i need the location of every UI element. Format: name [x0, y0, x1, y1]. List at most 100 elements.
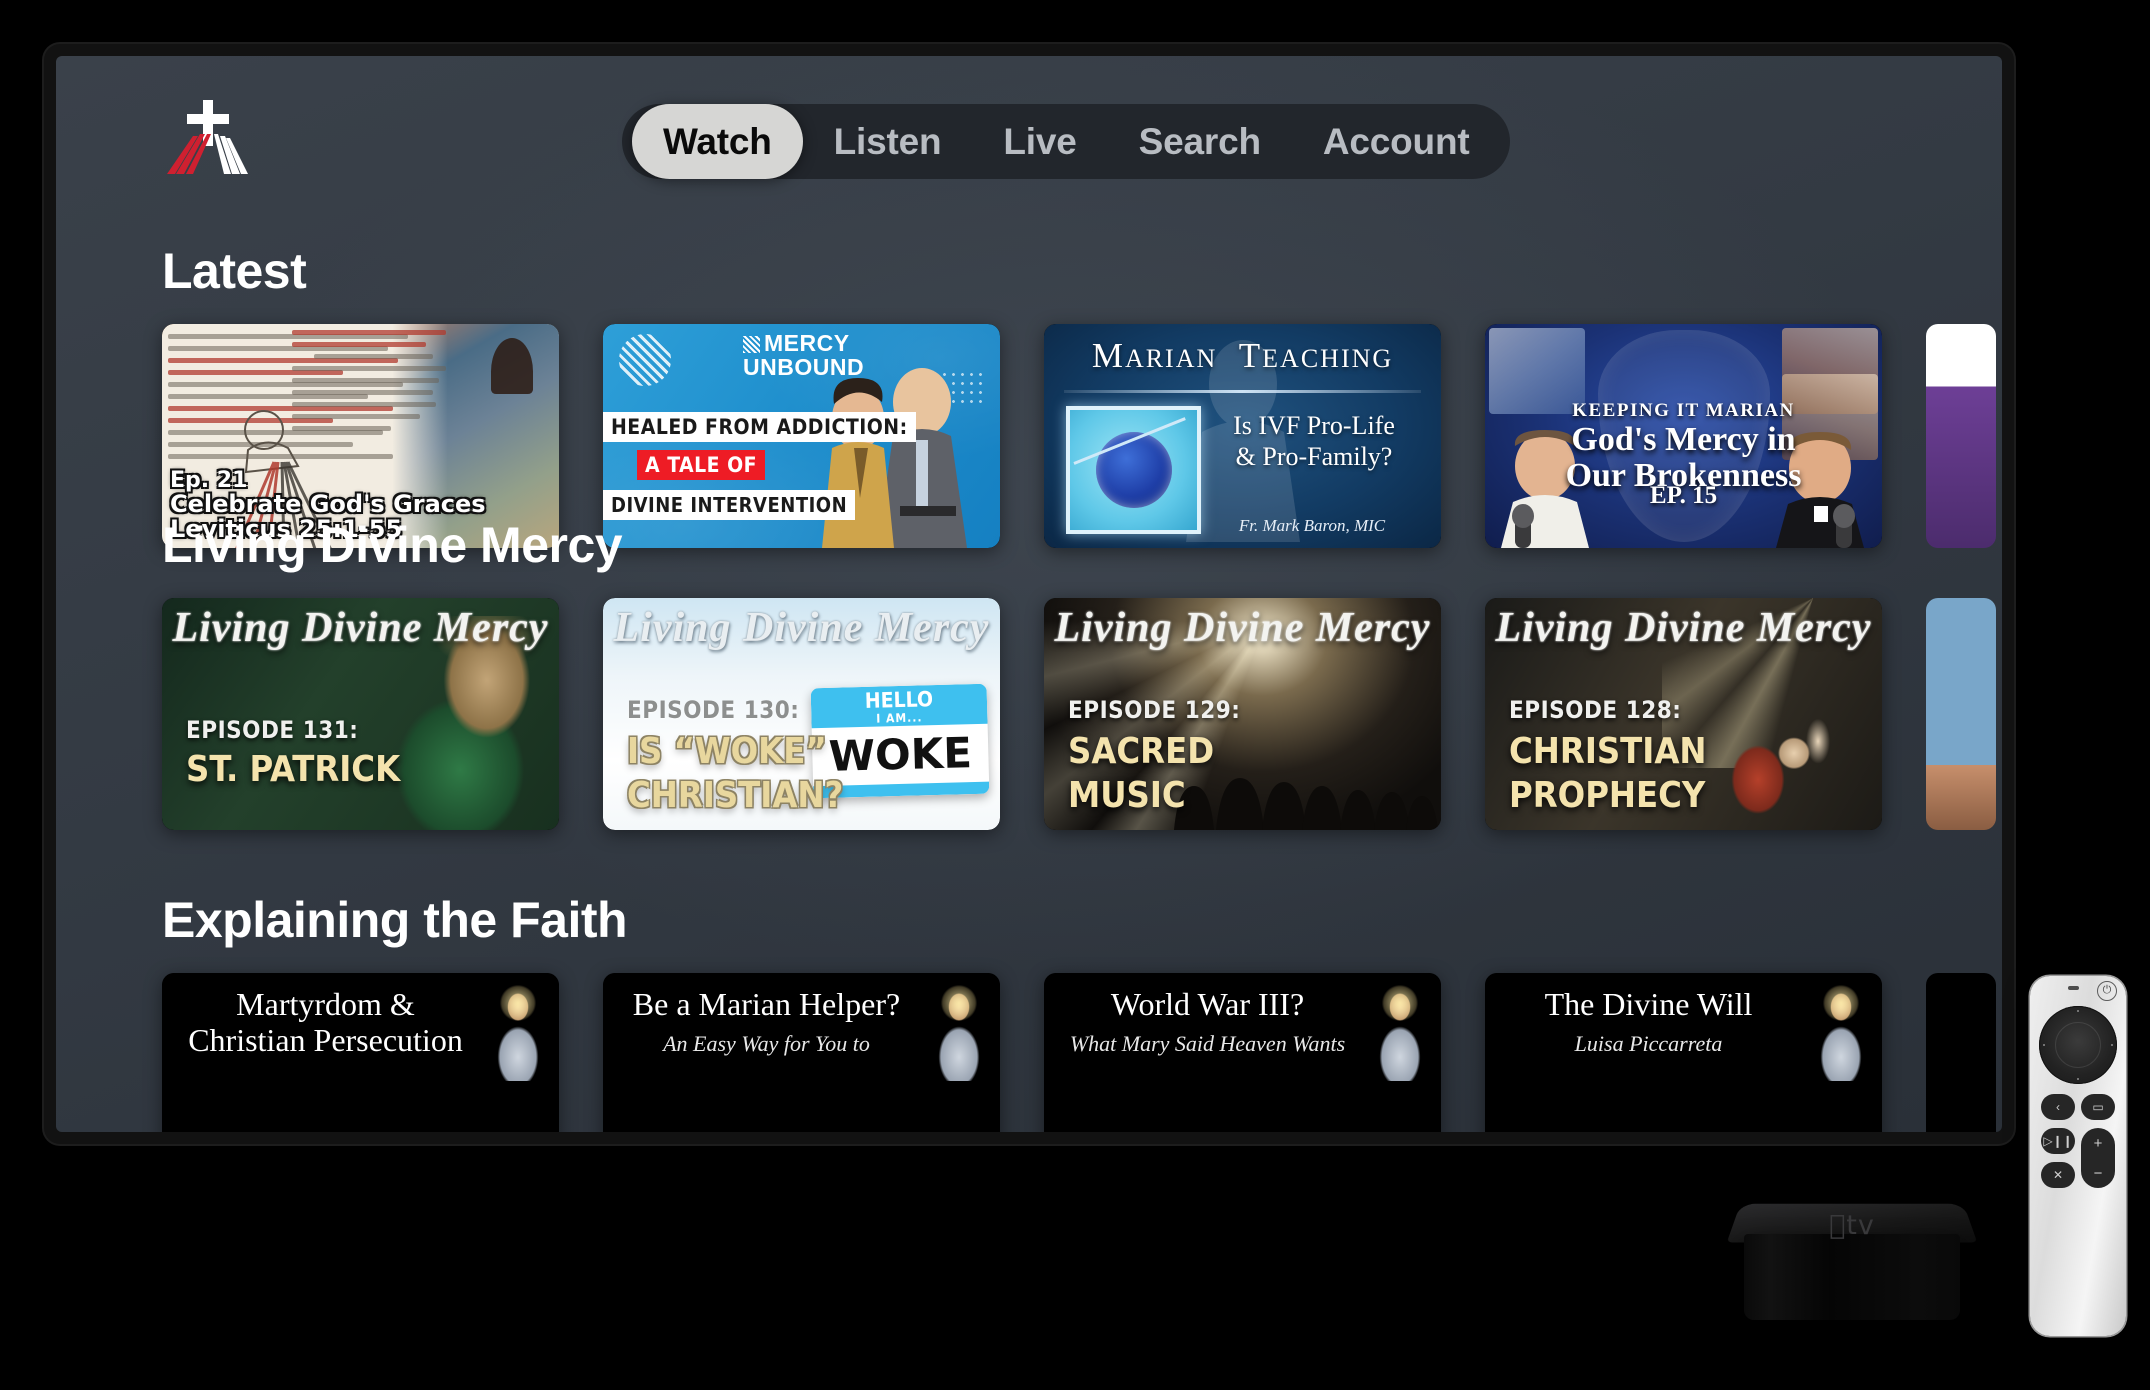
tile-title: The Divine Will	[1544, 986, 1753, 1022]
tile-title: Martyrdom & Christian Persecution	[162, 986, 489, 1059]
screenshot-stage: Watch Listen Live Search Account Latest	[0, 0, 2150, 1390]
clickpad-dot-down	[2077, 1078, 2079, 1080]
tv-screen: Watch Listen Live Search Account Latest	[56, 56, 2002, 1132]
mute-button[interactable]: ✕	[2041, 1162, 2075, 1188]
back-button[interactable]: ‹	[2041, 1094, 2075, 1120]
tile-episode: EPISODE 130:	[627, 696, 800, 724]
tab-account[interactable]: Account	[1292, 104, 1501, 179]
tile-partial-next[interactable]	[1926, 324, 1996, 548]
tile-partial-next[interactable]	[1926, 973, 1996, 1132]
tile-kicker: KEEPING IT MARIAN	[1572, 400, 1795, 421]
striped-circle-icon	[619, 334, 671, 386]
tile-subtitle: What Mary Said Heaven Wants	[1069, 1031, 1346, 1056]
tile-subtitle: An Easy Way for You to	[663, 1031, 870, 1056]
tile-title-line1: CHRISTIAN	[1509, 731, 1707, 772]
tile-title: World War III?	[1110, 986, 1305, 1022]
title-cap-1: M	[1091, 336, 1125, 375]
tile-title-line2: CHRISTIAN?	[627, 775, 844, 816]
title-line-2: Christian Persecution	[188, 1021, 463, 1058]
tile-partial-next[interactable]	[1926, 598, 1996, 830]
volume-up-label[interactable]: +	[2094, 1136, 2103, 1151]
clickpad-touch-surface[interactable]	[2039, 1006, 2117, 1084]
show-logotype: Living Divine Mercy	[172, 605, 549, 651]
title-divider	[1064, 390, 1421, 393]
show-logotype: Living Divine Mercy	[1054, 605, 1431, 651]
apple-tv-box: tv	[1718, 1196, 1986, 1324]
power-button[interactable]: ⏻	[2097, 981, 2117, 1001]
tile-episode: EP. 15	[1649, 482, 1718, 509]
tile-title: Be a Marian Helper?	[632, 986, 901, 1022]
row-title-explaining-the-faith: Explaining the Faith	[162, 892, 628, 948]
tile-healed-from-addiction[interactable]: MERCY UNBOUND HEALED FROM ADDICTION: A T…	[603, 324, 1000, 548]
tile-show-title: MARIAN TEACHING	[1044, 336, 1441, 376]
tile-title-line1: SACRED	[1068, 731, 1215, 772]
tile-be-a-marian-helper[interactable]: Be a Marian Helper? An Easy Way for You …	[603, 973, 1000, 1132]
tab-watch[interactable]: Watch	[632, 104, 803, 179]
apple-tv-siri-remote[interactable]: ⏻ ‹ ▭ ▷❙❙ ✕ + −	[2030, 976, 2126, 1336]
brand-line-1: MERCY	[764, 330, 850, 356]
label-headline: HEALED FROM ADDICTION:	[603, 412, 916, 442]
ir-emitter	[2068, 986, 2079, 990]
title-rest-2: EACHING	[1262, 344, 1394, 373]
apple-tv-box-body	[1744, 1234, 1960, 1320]
tile-title: ST. PATRICK	[186, 749, 401, 790]
tile-episode: EPISODE 131:	[186, 716, 359, 744]
tab-search[interactable]: Search	[1108, 104, 1292, 179]
divine-mercy-image	[928, 981, 990, 1081]
rail-latest[interactable]: Ep. 21 Celebrate God's Graces Leviticus …	[56, 324, 2002, 548]
row-explaining-the-faith: Explaining the Faith Martyrdom & Christi…	[56, 891, 2002, 1132]
row-living-divine-mercy: Living Divine Mercy Living Divine Mercy …	[56, 516, 2002, 830]
subtitle-line-2: & Pro-Family?	[1235, 442, 1393, 472]
rail-living-divine-mercy[interactable]: Living Divine Mercy EPISODE 131: ST. PAT…	[56, 598, 2002, 830]
volume-rocker[interactable]: + −	[2081, 1128, 2115, 1188]
tile-title-line: Celebrate God's Graces	[170, 489, 486, 518]
app-header: Watch Listen Live Search Account	[56, 56, 2002, 216]
tile-episode: EPISODE 129:	[1068, 696, 1241, 724]
ivf-micrograph-image	[1066, 406, 1201, 534]
title-cap-2: T	[1238, 336, 1263, 375]
play-pause-button[interactable]: ▷❙❙	[2041, 1128, 2075, 1154]
ovum-shape	[1096, 432, 1172, 508]
label-highlight: A TALE OF	[637, 450, 766, 480]
subtitle-line-1: Is IVF Pro-Life	[1233, 411, 1395, 440]
tile-celebrate-gods-graces[interactable]: Ep. 21 Celebrate God's Graces Leviticus …	[162, 324, 559, 548]
tile-ldm-ep131-st-patrick[interactable]: Living Divine Mercy EPISODE 131: ST. PAT…	[162, 598, 559, 830]
title-line-1: God's Mercy in	[1571, 421, 1796, 458]
tile-keeping-it-marian-ep15[interactable]: KEEPING IT MARIAN God's Mercy in Our Bro…	[1485, 324, 1882, 548]
volume-down-label[interactable]: −	[2094, 1166, 2103, 1181]
tile-the-divine-will[interactable]: The Divine Will Luisa Piccarreta	[1485, 973, 1882, 1132]
row-latest: Latest Ep. 21 Celebrate God's Graces Lev…	[56, 242, 2002, 548]
tile-episode-line: Ep. 21	[170, 467, 248, 493]
row-title-latest: Latest	[162, 243, 307, 299]
tile-subtitle: Is IVF Pro-Life & Pro-Family?	[1199, 410, 1429, 472]
tile-episode: EPISODE 128:	[1509, 696, 1682, 724]
divine-mercy-cross-logo	[162, 98, 254, 180]
clickpad-dot-left	[2043, 1044, 2045, 1046]
show-logotype: Living Divine Mercy	[1495, 605, 1872, 651]
row-title-living-divine-mercy: Living Divine Mercy	[162, 517, 623, 573]
tile-ldm-ep128-christian-prophecy[interactable]: Living Divine Mercy EPISODE 128: CHRISTI…	[1485, 598, 1882, 830]
title-rest-1: ARIAN	[1124, 344, 1218, 373]
apple-tv-wordmark: tv	[1829, 1210, 1874, 1241]
tile-martyrdom-christian-persecution[interactable]: Martyrdom & Christian Persecution	[162, 973, 559, 1132]
clickpad-dot-right	[2111, 1044, 2113, 1046]
tile-title-line2: MUSIC	[1068, 775, 1186, 816]
tv-home-button[interactable]: ▭	[2081, 1094, 2115, 1120]
title-line-1: Martyrdom &	[236, 986, 415, 1022]
brand-mark-icon	[743, 336, 760, 353]
tile-ldm-ep130-is-woke-christian[interactable]: Living Divine Mercy HELLO I AM... WOKE E…	[603, 598, 1000, 830]
divine-mercy-image	[1369, 981, 1431, 1081]
tile-subtitle: Luisa Piccarreta	[1574, 1031, 1723, 1056]
tile-ldm-ep129-sacred-music[interactable]: Living Divine Mercy EPISODE 129: SACRED …	[1044, 598, 1441, 830]
clickpad-ring	[2055, 1022, 2101, 1068]
tv-frame: Watch Listen Live Search Account Latest	[44, 44, 2014, 1144]
tab-live[interactable]: Live	[972, 104, 1107, 179]
tile-title-line2: PROPHECY	[1509, 775, 1706, 816]
tag-header: HELLO I AM...	[810, 683, 988, 729]
tile-world-war-iii[interactable]: World War III? What Mary Said Heaven Wan…	[1044, 973, 1441, 1132]
tab-listen[interactable]: Listen	[803, 104, 973, 179]
main-tab-bar[interactable]: Watch Listen Live Search Account	[622, 104, 1511, 179]
tile-marian-teaching-ivf[interactable]: MARIAN TEACHING Is IVF Pro-Life & Pro-Fa…	[1044, 324, 1441, 548]
rail-explaining-the-faith[interactable]: Martyrdom & Christian Persecution Be a M…	[56, 973, 2002, 1132]
divine-mercy-image	[487, 981, 549, 1081]
